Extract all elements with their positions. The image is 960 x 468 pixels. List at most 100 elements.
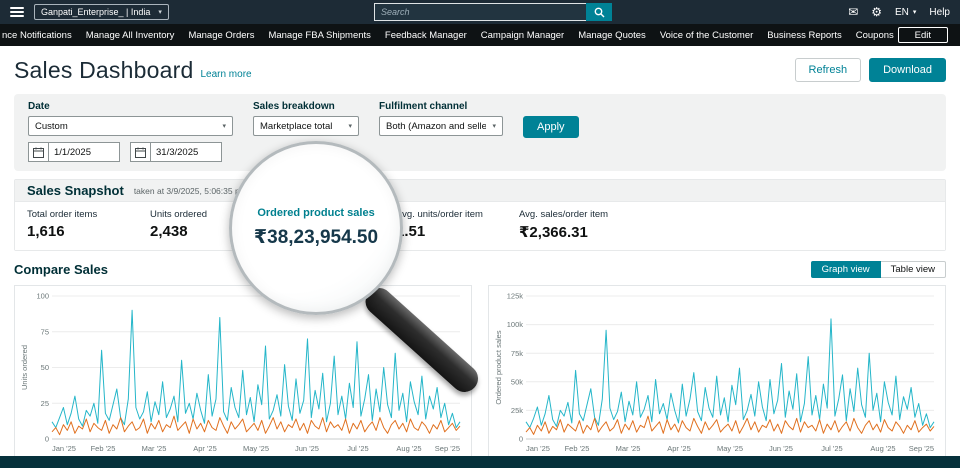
nav-item-manage-fba-shipments[interactable]: Manage FBA Shipments: [268, 30, 370, 41]
svg-text:Jul '25: Jul '25: [821, 444, 842, 453]
svg-text:Feb '25: Feb '25: [91, 444, 116, 453]
svg-text:0: 0: [519, 435, 523, 444]
svg-text:Aug '25: Aug '25: [396, 444, 421, 453]
footer-bar: [0, 456, 960, 468]
account-switcher[interactable]: Ganpati_Enterprise_ | India ▾: [34, 4, 169, 20]
svg-text:May '25: May '25: [243, 444, 269, 453]
topbar-actions: ✉ ⚙ EN ▾ Help: [848, 6, 950, 18]
svg-text:Mar '25: Mar '25: [142, 444, 167, 453]
svg-text:Aug '25: Aug '25: [870, 444, 895, 453]
nav-item-manage-all-inventory[interactable]: Manage All Inventory: [86, 30, 175, 41]
header-actions: Refresh Download: [795, 58, 946, 82]
date-to-group: 31/3/2025: [130, 142, 222, 162]
svg-text:50: 50: [41, 363, 49, 372]
magnified-metric-label: Ordered product sales: [257, 207, 374, 219]
help-link[interactable]: Help: [929, 7, 950, 18]
date-range-select[interactable]: Custom ▾: [28, 116, 233, 136]
chevron-down-icon: ▾: [158, 8, 162, 16]
svg-text:100: 100: [36, 292, 49, 301]
settings-gear-icon[interactable]: ⚙: [871, 6, 882, 18]
svg-text:25: 25: [41, 399, 49, 408]
messages-icon[interactable]: ✉: [848, 6, 858, 18]
download-button[interactable]: Download: [869, 58, 946, 82]
nav-item-coupons[interactable]: Coupons: [856, 30, 894, 41]
metric-label: Avg. sales/order item: [519, 209, 642, 220]
page-title: Sales Dashboard: [14, 57, 193, 84]
svg-text:50k: 50k: [511, 377, 523, 386]
compare-sales-title: Compare Sales: [14, 262, 108, 277]
date-to-input[interactable]: 31/3/2025: [150, 142, 222, 162]
nav-item-manage-quotes[interactable]: Manage Quotes: [578, 30, 646, 41]
search-input[interactable]: [374, 3, 586, 21]
nav-item-business-reports[interactable]: Business Reports: [767, 30, 841, 41]
search-bar: [374, 3, 612, 21]
metric-value: ₹2,366.31: [519, 223, 642, 241]
sales-snapshot-title: Sales Snapshot: [27, 183, 124, 198]
svg-text:Jan '25: Jan '25: [526, 444, 550, 453]
sales-breakdown-label: Sales breakdown: [253, 101, 359, 112]
search-button[interactable]: [586, 3, 612, 21]
calendar-icon[interactable]: [28, 142, 48, 162]
sales-snapshot-section: Sales Snapshot taken at 3/9/2025, 5:06:3…: [14, 179, 946, 251]
svg-text:May '25: May '25: [717, 444, 743, 453]
ordered-product-sales-chart[interactable]: 025k50k75k100k125kJan '25Feb '25Mar '25A…: [492, 289, 942, 455]
date-filter-label: Date: [28, 101, 233, 112]
svg-text:Apr '25: Apr '25: [667, 444, 691, 453]
account-name: Ganpati_Enterprise_ | India: [41, 7, 150, 17]
date-from-input[interactable]: 1/1/2025: [48, 142, 120, 162]
calendar-icon[interactable]: [130, 142, 150, 162]
ordered-product-sales-chart-panel: 025k50k75k100k125kJan '25Feb '25Mar '25A…: [488, 285, 946, 464]
topbar: Ganpati_Enterprise_ | India ▾ ✉ ⚙ EN ▾ H…: [0, 0, 960, 24]
svg-text:Jun '25: Jun '25: [769, 444, 793, 453]
magnifier-glass: Ordered product sales ₹38,23,954.50: [229, 141, 403, 315]
nav-item-feedback-manager[interactable]: Feedback Manager: [385, 30, 467, 41]
fulfilment-channel-select[interactable]: Both (Amazon and seller) ▾: [379, 116, 503, 136]
refresh-button[interactable]: Refresh: [795, 58, 862, 82]
nav-item-campaign-manager[interactable]: Campaign Manager: [481, 30, 564, 41]
sales-breakdown-select[interactable]: Marketplace total ▾: [253, 116, 359, 136]
chevron-down-icon: ▾: [492, 122, 496, 130]
svg-text:25k: 25k: [511, 406, 523, 415]
page-header: Sales Dashboard Learn more Refresh Downl…: [14, 55, 946, 85]
svg-text:Sep '25: Sep '25: [909, 444, 934, 453]
chevron-down-icon: ▾: [222, 122, 226, 130]
charts-row: 0 25 50 75 100 Jan '25 Feb '25 Mar '25 Apr '25 Ma…: [14, 285, 946, 464]
svg-text:Ordered product sales: Ordered product sales: [494, 330, 503, 404]
apply-button[interactable]: Apply: [523, 116, 579, 138]
date-inputs: 1/1/2025 31/3/2025: [28, 142, 233, 162]
edit-nav-button[interactable]: Edit: [898, 27, 948, 43]
svg-text:Apr '25: Apr '25: [193, 444, 217, 453]
view-toggle: Graph view Table view: [811, 261, 946, 278]
svg-text:Mar '25: Mar '25: [616, 444, 641, 453]
svg-text:Jun '25: Jun '25: [295, 444, 319, 453]
nav-item-performance-notifications[interactable]: nce Notifications: [2, 30, 72, 41]
main-navbar: nce Notifications Manage All Inventory M…: [0, 24, 960, 46]
nav-item-voice-of-the-customer[interactable]: Voice of the Customer: [660, 30, 753, 41]
svg-text:Sep '25: Sep '25: [435, 444, 460, 453]
language-selector[interactable]: EN ▾: [895, 7, 916, 18]
svg-text:Jan '25: Jan '25: [52, 444, 76, 453]
metric-avg-sales-per-order-item: Avg. sales/order item ₹2,366.31: [519, 209, 642, 241]
filter-panel: Date Custom ▾ 1/1/2025 31/3/2025: [14, 94, 946, 171]
svg-text:125k: 125k: [507, 292, 524, 301]
magnified-metric-value: ₹38,23,954.50: [254, 226, 378, 249]
metric-value: 1,616: [27, 223, 150, 240]
language-label: EN: [895, 7, 909, 18]
metric-label: Avg. units/order item: [396, 209, 519, 220]
table-view-button[interactable]: Table view: [881, 261, 946, 278]
fulfilment-channel-label: Fulfilment channel: [379, 101, 503, 112]
date-range-value: Custom: [35, 121, 68, 132]
compare-sales-header: Compare Sales Graph view Table view: [14, 261, 946, 278]
metric-total-order-items: Total order items 1,616: [27, 209, 150, 241]
chevron-down-icon: ▾: [348, 122, 352, 130]
svg-text:Feb '25: Feb '25: [565, 444, 590, 453]
graph-view-button[interactable]: Graph view: [811, 261, 881, 278]
fulfilment-channel-filter: Fulfilment channel Both (Amazon and sell…: [379, 101, 503, 136]
metric-label: Total order items: [27, 209, 150, 220]
learn-more-link[interactable]: Learn more: [200, 69, 251, 80]
snapshot-metrics: Total order items 1,616 Units ordered 2,…: [15, 202, 945, 250]
date-filter: Date Custom ▾ 1/1/2025 31/3/2025: [28, 101, 233, 162]
nav-item-manage-orders[interactable]: Manage Orders: [188, 30, 254, 41]
menu-icon[interactable]: [10, 7, 24, 17]
svg-text:75: 75: [41, 327, 49, 336]
